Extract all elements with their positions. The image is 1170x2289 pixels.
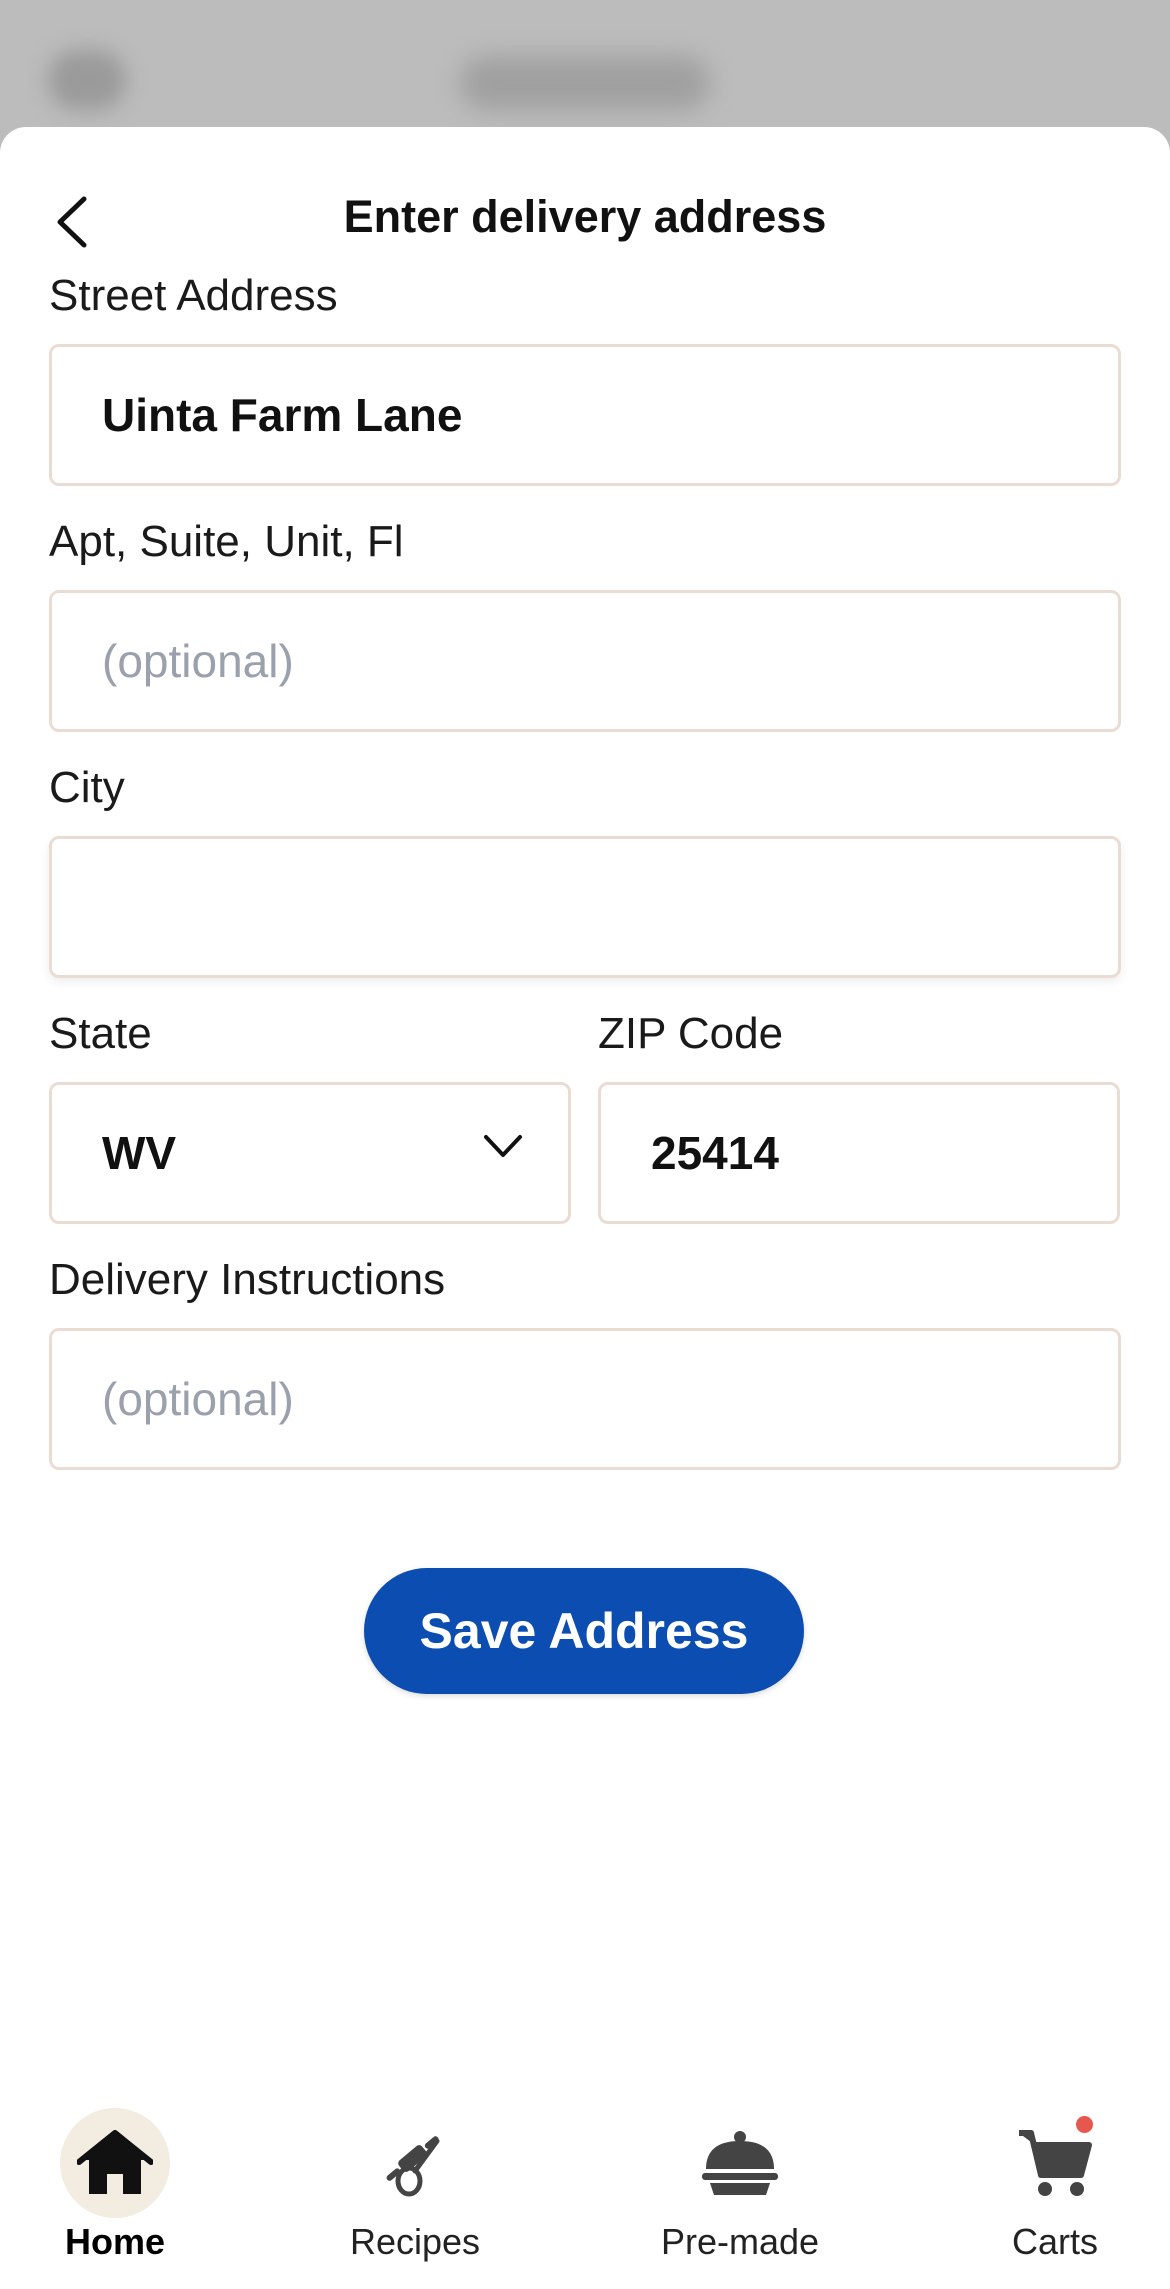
nav-item-premade[interactable]: Pre-made	[625, 2080, 855, 2280]
blurred-menu-icon	[48, 50, 126, 110]
cart-notification-dot	[1076, 2116, 1093, 2133]
delivery-instructions-label: Delivery Instructions	[49, 1255, 446, 1304]
street-address-value: Uinta Farm Lane	[102, 389, 463, 441]
nav-label-recipes: Recipes	[349, 2221, 481, 2262]
save-address-button[interactable]: Save Address	[364, 1568, 804, 1694]
city-label: City	[49, 763, 125, 812]
nav-item-recipes[interactable]: Recipes	[300, 2080, 530, 2280]
blurred-logo	[460, 56, 710, 110]
nav-premade-icon-wrap	[685, 2108, 795, 2218]
bottom-nav: Home Recipes Pre-made Carts	[0, 2050, 1170, 2289]
zip-label: ZIP Code	[598, 1009, 784, 1058]
city-input[interactable]	[49, 836, 1121, 978]
zip-value: 25414	[651, 1127, 779, 1179]
rolling-pin-whisk-icon	[386, 2136, 440, 2197]
street-address-label: Street Address	[49, 271, 338, 320]
nav-carts-icon-wrap	[1000, 2108, 1110, 2218]
nav-home-icon-wrap	[60, 2108, 170, 2218]
delivery-instructions-input[interactable]: (optional)	[49, 1328, 1121, 1470]
home-icon	[77, 2130, 153, 2194]
state-label: State	[49, 1009, 152, 1058]
nav-recipes-icon-wrap	[360, 2108, 470, 2218]
nav-label-premade: Pre-made	[660, 2221, 820, 2262]
apt-input[interactable]: (optional)	[49, 590, 1121, 732]
state-select[interactable]: WV	[49, 1082, 571, 1224]
nav-label-carts: Carts	[1011, 2221, 1098, 2262]
delivery-instructions-placeholder: (optional)	[102, 1373, 294, 1425]
cloche-icon	[702, 2131, 778, 2195]
page-title: Enter delivery address	[343, 191, 827, 242]
cart-icon	[1019, 2130, 1092, 2196]
background-header	[0, 0, 1170, 140]
nav-label-home: Home	[64, 2221, 166, 2262]
nav-item-home[interactable]: Home	[0, 2080, 230, 2280]
nav-item-carts[interactable]: Carts	[940, 2080, 1170, 2280]
apt-label: Apt, Suite, Unit, Fl	[49, 517, 404, 566]
apt-placeholder: (optional)	[102, 635, 294, 687]
chevron-down-icon	[484, 1135, 522, 1157]
state-value: WV	[102, 1127, 177, 1179]
street-address-input[interactable]: Uinta Farm Lane	[49, 344, 1121, 486]
zip-input[interactable]: 25414	[598, 1082, 1120, 1224]
